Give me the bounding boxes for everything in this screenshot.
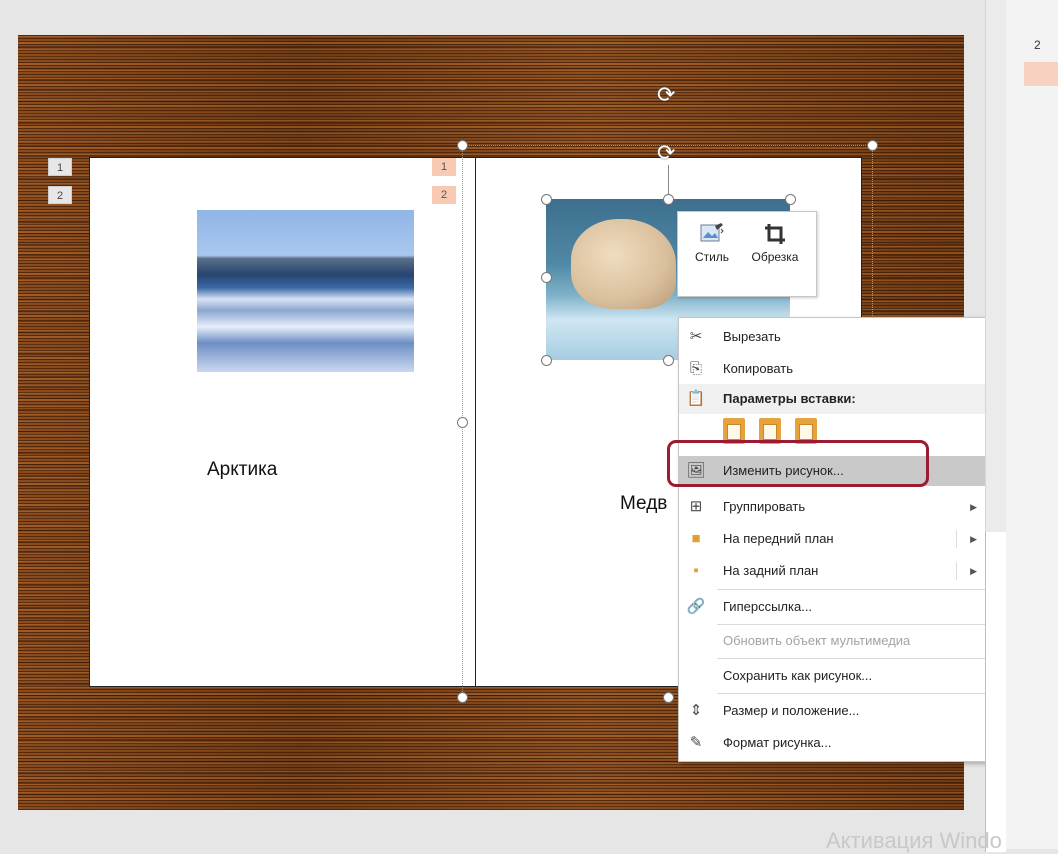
menu-item-label: На передний план	[723, 531, 834, 546]
menu-item-label: Группировать	[723, 499, 806, 514]
copy-icon: ⎘	[689, 360, 702, 377]
split-divider	[956, 562, 957, 580]
send-back-icon: ▪	[693, 562, 699, 579]
menu-item-label: Формат рисунка...	[723, 735, 832, 750]
windows-activation-watermark: Активация Windo	[826, 828, 1002, 853]
context-menu: ✂ Вырезать ⎘ Копировать 📋 Параметры вста…	[678, 317, 988, 762]
scrollbar-track[interactable]	[985, 532, 1006, 852]
menu-item-label: Вырезать	[723, 329, 781, 344]
submenu-arrow-icon: ▶	[970, 502, 977, 512]
menu-item-save-as-picture[interactable]: Сохранить как рисунок...	[679, 661, 987, 691]
crop-label: Обрезка	[751, 250, 799, 264]
menu-item-update-media: Обновить объект мультимедиа	[679, 626, 987, 656]
resize-handle[interactable]	[457, 692, 468, 703]
arctic-photo[interactable]	[197, 210, 414, 372]
resize-handle[interactable]	[785, 194, 796, 205]
polar-bear-shape	[571, 219, 676, 309]
menu-separator	[717, 693, 987, 694]
menu-separator	[717, 624, 987, 625]
thumbnail-panel	[1006, 0, 1058, 849]
menu-item-label: Обновить объект мультимедиа	[723, 633, 911, 648]
crop-button[interactable]: Обрезка	[740, 218, 810, 264]
menu-item-send-back[interactable]: ▪ На задний план ▶	[679, 556, 987, 586]
arctic-label[interactable]: Арктика	[207, 459, 277, 481]
menu-separator	[717, 589, 987, 590]
menu-item-label: На задний план	[723, 563, 819, 578]
right-page-number-2: 2	[432, 186, 456, 204]
menu-item-label: Гиперссылка...	[723, 599, 813, 614]
style-label: Стиль	[694, 250, 730, 264]
hyperlink-icon: 🔗	[686, 598, 706, 615]
submenu-arrow-icon[interactable]: ▶	[970, 556, 977, 586]
resize-handle[interactable]	[663, 355, 674, 366]
paste-icon: 📋	[686, 390, 706, 407]
resize-handle[interactable]	[541, 355, 552, 366]
menu-item-label: Копировать	[723, 361, 793, 376]
menu-item-copy[interactable]: ⎘ Копировать	[679, 354, 987, 384]
resize-handle[interactable]	[457, 140, 468, 151]
resize-handle[interactable]	[663, 692, 674, 703]
menu-item-label: Параметры вставки:	[723, 391, 856, 406]
style-button[interactable]: Стиль	[684, 218, 740, 264]
highlight-annotation-box	[667, 440, 929, 487]
mini-toolbar: Стиль Обрезка	[677, 211, 817, 297]
submenu-arrow-icon[interactable]: ▶	[970, 524, 977, 554]
format-picture-icon: ✎	[689, 734, 703, 751]
picture-style-icon	[697, 218, 727, 250]
menu-item-label: Сохранить как рисунок...	[723, 668, 873, 683]
rotate-handle-icon[interactable]: ⟳	[657, 142, 675, 164]
group-icon: ⊞	[689, 498, 703, 515]
menu-item-format-picture[interactable]: ✎ Формат рисунка...	[679, 728, 987, 758]
crop-icon	[760, 218, 790, 250]
resize-handle[interactable]	[457, 417, 468, 428]
menu-item-label: Размер и положение...	[723, 703, 860, 718]
size-position-icon: ⇕	[689, 702, 703, 719]
rotate-handle-icon[interactable]: ⟳	[657, 84, 675, 106]
bear-label[interactable]: Медв	[620, 493, 667, 515]
resize-handle[interactable]	[541, 194, 552, 205]
menu-item-size-position[interactable]: ⇕ Размер и положение...	[679, 696, 987, 726]
thumbnail-slide-number: 2	[1034, 38, 1041, 52]
left-page-number-2: 2	[48, 186, 72, 204]
menu-item-bring-front[interactable]: ■ На передний план ▶	[679, 524, 987, 554]
left-page-number-1: 1	[48, 158, 72, 176]
scissors-icon: ✂	[689, 328, 703, 345]
menu-paste-options-header: 📋 Параметры вставки:	[679, 384, 987, 414]
resize-handle[interactable]	[541, 272, 552, 283]
menu-item-cut[interactable]: ✂ Вырезать	[679, 322, 987, 352]
menu-item-group[interactable]: ⊞ Группировать ▶	[679, 492, 987, 522]
slide-thumbnail[interactable]	[1024, 62, 1058, 86]
bring-front-icon: ■	[691, 530, 701, 547]
split-divider	[956, 530, 957, 548]
menu-item-hyperlink[interactable]: 🔗 Гиперссылка...	[679, 592, 987, 622]
right-page-number-1: 1	[432, 158, 456, 176]
menu-separator	[717, 658, 987, 659]
resize-handle[interactable]	[867, 140, 878, 151]
resize-handle[interactable]	[663, 194, 674, 205]
